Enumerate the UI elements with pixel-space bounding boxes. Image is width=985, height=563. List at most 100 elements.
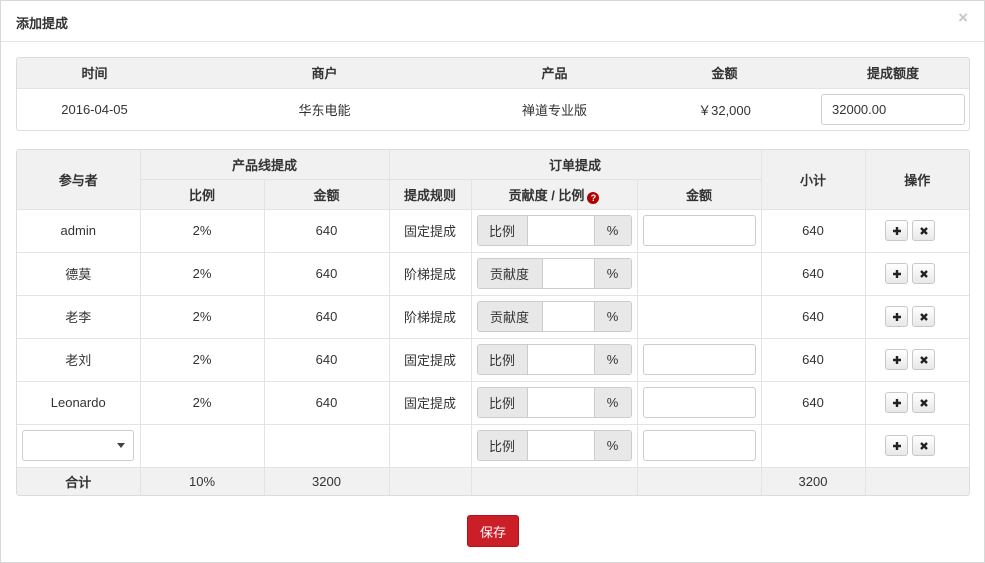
product-line-amount: 640	[263, 294, 390, 339]
product-line-ratio: 2%	[139, 294, 265, 339]
bonus-amount-input[interactable]	[821, 93, 965, 125]
dialog-title: 添加提成	[16, 16, 69, 31]
header-commission-rule: 提成规则	[388, 178, 472, 210]
order-amount-input[interactable]	[642, 387, 756, 418]
plus-icon	[892, 269, 901, 278]
remove-row-button[interactable]	[912, 435, 936, 456]
close-icon	[919, 398, 928, 407]
total-contribution	[470, 466, 638, 495]
ratio-prefix: 比例	[477, 388, 528, 417]
add-row-button[interactable]	[885, 263, 909, 284]
order-amount-cell	[636, 337, 762, 382]
product-line-amount: 640	[263, 380, 390, 425]
total-amount: 3200	[263, 466, 390, 495]
participant-name: 老李	[17, 294, 141, 339]
ratio-input-group: 比例 %	[476, 344, 632, 375]
save-button[interactable]: 保存	[467, 515, 519, 547]
total-actions	[864, 466, 969, 495]
remove-row-button[interactable]	[912, 349, 936, 370]
row-actions	[864, 380, 969, 425]
commission-rule	[388, 423, 472, 468]
summary-product: 禅道专业版	[477, 87, 632, 130]
header-actions: 操作	[864, 150, 969, 210]
header-order-amount: 金额	[636, 178, 762, 210]
plus-icon	[892, 226, 901, 235]
remove-row-button[interactable]	[912, 392, 936, 413]
participant-select[interactable]	[22, 430, 134, 461]
ratio-input[interactable]	[527, 345, 594, 374]
order-amount-input[interactable]	[642, 430, 756, 461]
close-button[interactable]: ×	[958, 9, 968, 26]
row-actions	[864, 294, 969, 339]
contribution-prefix: 贡献度	[477, 259, 543, 288]
row-actions	[864, 251, 969, 296]
chevron-down-icon	[117, 443, 125, 448]
ratio-cell: 比例 %	[470, 423, 638, 468]
commission-panel: 参与者 产品线提成 订单提成 小计 操作 比例 金额 提成规则 贡献度 / 比例…	[16, 149, 970, 496]
order-amount-cell	[636, 251, 762, 296]
total-rule	[388, 466, 472, 495]
row-actions	[864, 423, 969, 468]
remove-row-button[interactable]	[912, 263, 936, 284]
participant-name: 老刘	[17, 337, 141, 382]
add-row-button[interactable]	[885, 306, 909, 327]
table-row: Leonardo 2% 640 固定提成 比例 % 640	[17, 380, 969, 425]
total-label: 合计	[17, 466, 141, 495]
order-summary-table: 时间 商户 产品 金额 提成额度 2016-04-05 华东电能 禅道专业版 ￥…	[17, 58, 969, 130]
row-subtotal: 640	[760, 337, 866, 382]
contribution-input[interactable]	[542, 302, 594, 331]
plus-icon	[892, 441, 901, 450]
ratio-prefix: 比例	[477, 431, 528, 460]
product-line-amount	[263, 423, 390, 468]
ratio-input[interactable]	[527, 388, 594, 417]
header-amount: 金额	[632, 58, 817, 89]
percent-suffix: %	[593, 302, 631, 331]
summary-merchant: 华东电能	[172, 87, 477, 130]
add-row-button[interactable]	[885, 435, 909, 456]
header-date: 时间	[17, 58, 172, 89]
contribution-cell: 贡献度 %	[470, 294, 638, 339]
add-row-button[interactable]	[885, 220, 909, 241]
percent-suffix: %	[593, 345, 631, 374]
header-contribution-ratio-label: 贡献度 / 比例	[508, 187, 585, 203]
table-row: 德莫 2% 640 阶梯提成 贡献度 % 640	[17, 251, 969, 296]
commission-rule: 阶梯提成	[388, 294, 472, 339]
total-subtotal: 3200	[760, 466, 866, 495]
remove-row-button[interactable]	[912, 306, 936, 327]
add-row-button[interactable]	[885, 392, 909, 413]
add-commission-dialog: 添加提成 × 时间 商户 产品 金额 提成额度 2016-04-05 华东电能 …	[0, 0, 985, 563]
plus-icon	[892, 355, 901, 364]
contribution-input[interactable]	[542, 259, 594, 288]
ratio-prefix: 比例	[477, 216, 528, 245]
row-subtotal: 640	[760, 208, 866, 253]
table-row: 老刘 2% 640 固定提成 比例 % 640	[17, 337, 969, 382]
product-line-ratio: 2%	[139, 208, 265, 253]
order-amount-cell	[636, 423, 762, 468]
commission-rule: 固定提成	[388, 208, 472, 253]
help-icon[interactable]: ?	[587, 191, 600, 204]
ratio-input-group: 比例 %	[476, 215, 632, 246]
participant-select-cell	[17, 423, 141, 468]
product-line-amount: 640	[263, 337, 390, 382]
commission-rule: 阶梯提成	[388, 251, 472, 296]
product-line-ratio	[139, 423, 265, 468]
order-amount-input[interactable]	[642, 215, 756, 246]
add-row-button[interactable]	[885, 349, 909, 370]
ratio-input[interactable]	[527, 216, 594, 245]
header-contribution-ratio: 贡献度 / 比例?	[470, 178, 638, 210]
header-product-line-commission: 产品线提成	[139, 150, 390, 180]
order-amount-input[interactable]	[642, 344, 756, 375]
summary-date: 2016-04-05	[17, 87, 172, 130]
order-amount-cell	[636, 380, 762, 425]
table-row: 老李 2% 640 阶梯提成 贡献度 % 640	[17, 294, 969, 339]
summary-bonus-cell	[817, 87, 969, 130]
remove-row-button[interactable]	[912, 220, 936, 241]
row-subtotal: 640	[760, 380, 866, 425]
ratio-prefix: 比例	[477, 345, 528, 374]
ratio-input[interactable]	[527, 431, 594, 460]
percent-suffix: %	[593, 388, 631, 417]
plus-icon	[892, 398, 901, 407]
product-line-ratio: 2%	[139, 251, 265, 296]
header-product: 产品	[477, 58, 632, 89]
header-bonus-amount: 提成额度	[817, 58, 969, 89]
